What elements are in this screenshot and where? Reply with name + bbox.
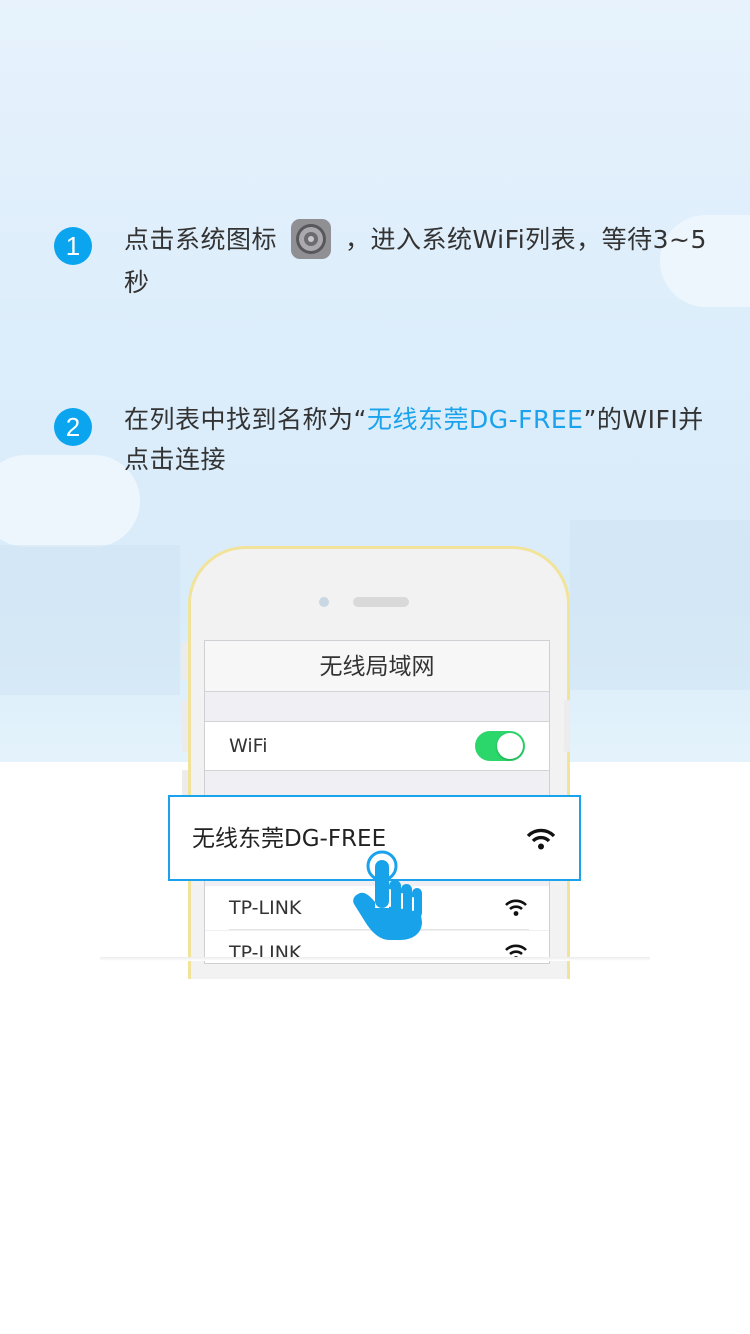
step-1-text-before: 点击系统图标 [124,225,278,254]
pointing-hand-icon [353,850,422,940]
city-skyline-right [570,520,750,690]
step-number-badge: 2 [54,408,92,446]
phone-side-button [182,642,188,680]
step-2-text-before: 在列表中找到名称为“ [124,405,367,434]
step-1-text: 点击系统图标 ，进入系统WiFi列表，等待3~5秒 [124,219,714,303]
wifi-toggle[interactable] [475,731,525,761]
network-name-highlight: 无线东莞DG-FREE [366,405,584,434]
city-skyline-left [0,545,180,695]
phone-speaker [353,597,409,607]
toggle-knob [497,733,523,759]
settings-gear-icon [291,219,332,259]
phone-side-button [182,700,188,752]
cloud-left [0,455,140,547]
step-number-badge: 1 [54,227,92,265]
wifi-setting-row: WiFi [205,721,549,771]
network-name: TP-LINK [229,897,302,919]
wifi-signal-icon [527,828,555,850]
wifi-signal-icon [505,899,527,916]
divider-shadow [100,957,650,961]
phone-camera [319,597,329,607]
wifi-label: WiFi [229,735,268,757]
phone-side-button [564,700,570,752]
screen-title: 无线局域网 [205,641,549,692]
step-2-text: 在列表中找到名称为“无线东莞DG-FREE”的WIFI并点击连接 [124,400,714,480]
